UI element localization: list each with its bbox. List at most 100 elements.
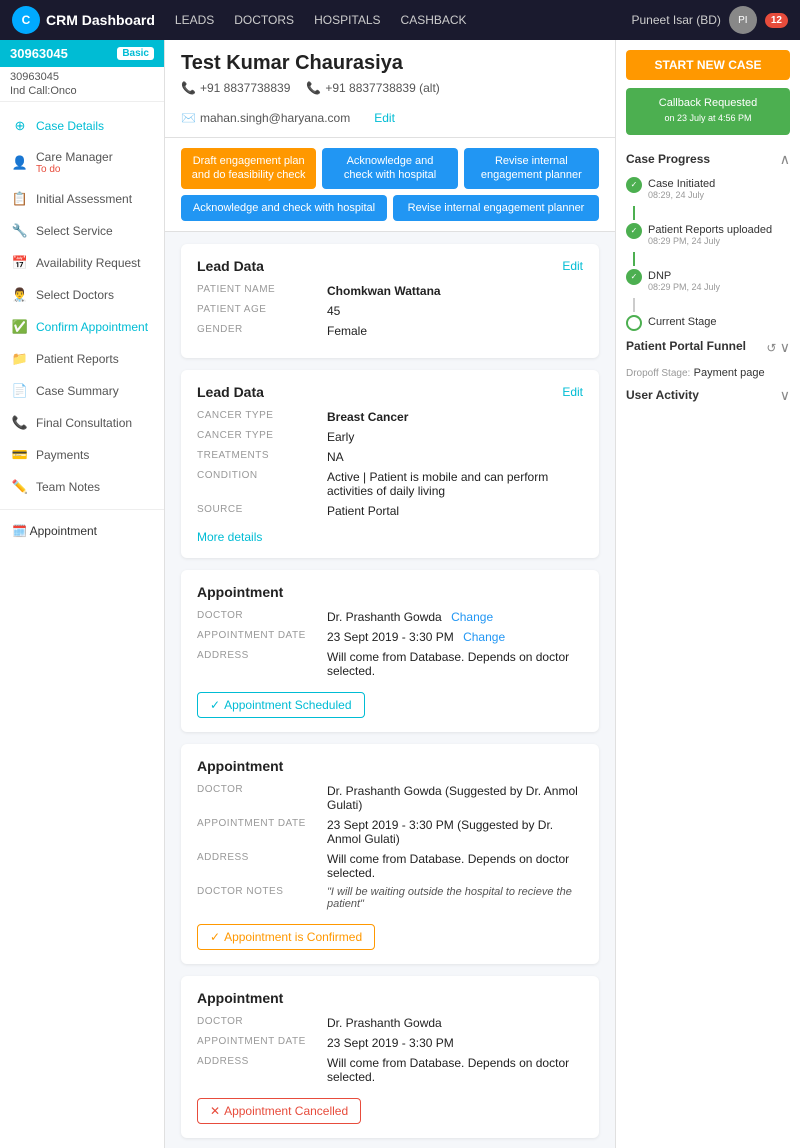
change-doctor-link[interactable]: Change xyxy=(451,610,493,624)
nav-cashback[interactable]: CASHBACK xyxy=(401,13,467,27)
sidebar-item-team-notes[interactable]: ✏️ Team Notes xyxy=(0,471,164,503)
appt-2-address: ADDRESS Will come from Database. Depends… xyxy=(197,852,583,880)
sidebar-item-case-summary[interactable]: 📄 Case Summary xyxy=(0,375,164,407)
team-notes-icon: ✏️ xyxy=(12,479,28,495)
phone2: 📞 +91 8837738839 (alt) xyxy=(306,81,439,95)
case-badge: Basic xyxy=(117,47,154,60)
lead-data-2-row-1: CANCER TYPE Early xyxy=(197,430,583,444)
lead-data-2-row-2: TREATMENTS NA xyxy=(197,450,583,464)
appt-3-address: ADDRESS Will come from Database. Depends… xyxy=(197,1056,583,1084)
callback-requested-button[interactable]: Callback Requested on 23 July at 4:56 PM xyxy=(626,88,790,135)
progress-dot-done: ✓ xyxy=(626,223,642,239)
progress-line-1 xyxy=(633,252,635,266)
case-summary-icon: 📄 xyxy=(12,383,28,399)
brand-label: CRM Dashboard xyxy=(46,12,155,28)
case-progress-title: Case Progress xyxy=(626,152,710,166)
field-value: Patient Portal xyxy=(327,504,583,518)
user-info: Puneet Isar (BD) PI 12 xyxy=(632,6,789,34)
lead-data-2-edit[interactable]: Edit xyxy=(562,385,583,399)
field-value: Dr. Prashanth Gowda xyxy=(327,1016,583,1030)
phone2-icon: 📞 xyxy=(306,81,321,95)
appt-1-status: ✓ Appointment Scheduled xyxy=(197,692,365,718)
progress-line-0 xyxy=(633,206,635,220)
sidebar-item-confirm-appointment[interactable]: ✅ Confirm Appointment xyxy=(0,311,164,343)
select-doctors-icon: 👨‍⚕️ xyxy=(12,287,28,303)
action-btn-4[interactable]: Revise internal engagement planner xyxy=(393,195,599,221)
field-value: Chomkwan Wattana xyxy=(327,284,583,298)
field-value: Will come from Database. Depends on doct… xyxy=(327,650,583,678)
funnel-chevron[interactable]: ∨ xyxy=(780,339,790,355)
more-details-link[interactable]: More details xyxy=(197,530,262,544)
main-content: Test Kumar Chaurasiya 📞 +91 8837738839 📞… xyxy=(165,40,615,1148)
lead-data-2-row-3: CONDITION Active | Patient is mobile and… xyxy=(197,470,583,498)
field-value: NA xyxy=(327,450,583,464)
appt-3-status: ✕ Appointment Cancelled xyxy=(197,1098,361,1124)
field-label: CONDITION xyxy=(197,470,327,498)
appt-2-status: ✓ Appointment is Confirmed xyxy=(197,924,375,950)
case-progress-chevron-up[interactable]: ∧ xyxy=(780,151,790,168)
appt-2-date: APPOINTMENT DATE 23 Sept 2019 - 3:30 PM … xyxy=(197,818,583,846)
progress-dot-current xyxy=(626,315,642,331)
nav-hospitals[interactable]: HOSPITALS xyxy=(314,13,380,27)
appt-2-title: Appointment xyxy=(197,758,283,774)
sidebar-item-select-service-label: Select Service xyxy=(36,224,113,238)
field-value: Early xyxy=(327,430,583,444)
sidebar-item-team-notes-label: Team Notes xyxy=(36,480,100,494)
progress-dot-done: ✓ xyxy=(626,177,642,193)
start-new-case-button[interactable]: START NEW CASE xyxy=(626,50,790,80)
field-label: CANCER TYPE xyxy=(197,410,327,424)
sidebar-items: ⊕ Case Details 👤 Care Manager To do 📋 In… xyxy=(0,102,164,1148)
change-date-link[interactable]: Change xyxy=(463,630,505,644)
action-btn-2[interactable]: Revise internal engagement planner xyxy=(464,148,599,189)
action-btn-3[interactable]: Acknowledge and check with hospital xyxy=(181,195,387,221)
sidebar-item-patient-reports[interactable]: 📁 Patient Reports xyxy=(0,343,164,375)
appointment-card-1: Appointment DOCTOR Dr. Prashanth Gowda C… xyxy=(181,570,599,732)
sidebar-item-appointment[interactable]: 🗓️ Appointment xyxy=(0,516,164,546)
email: ✉️ mahan.singh@haryana.com xyxy=(181,111,350,125)
lead-data-1-row-1: PATIENT AGE 45 xyxy=(197,304,583,318)
lead-data-2-row-4: SOURCE Patient Portal xyxy=(197,504,583,518)
field-label: CANCER TYPE xyxy=(197,430,327,444)
patient-edit-link[interactable]: Edit xyxy=(374,111,395,125)
appointment-card-2: Appointment DOCTOR Dr. Prashanth Gowda (… xyxy=(181,744,599,964)
sidebar-item-select-service[interactable]: 🔧 Select Service xyxy=(0,215,164,247)
appt-2-header: Appointment xyxy=(197,758,583,774)
field-label: TREATMENTS xyxy=(197,450,327,464)
sidebar-item-select-doctors[interactable]: 👨‍⚕️ Select Doctors xyxy=(0,279,164,311)
sidebar-item-care-manager[interactable]: 👤 Care Manager To do xyxy=(0,142,164,183)
brand-icon: C xyxy=(12,6,40,34)
funnel-title: Patient Portal Funnel xyxy=(626,339,746,353)
content-area: Lead Data Edit PATIENT NAME Chomkwan Wat… xyxy=(165,232,615,1148)
field-value: "I will be waiting outside the hospital … xyxy=(327,886,583,910)
check-icon: ✓ xyxy=(210,930,220,944)
progress-text-0: Case Initiated 08:29, 24 July xyxy=(648,176,715,200)
user-activity-title: User Activity xyxy=(626,388,699,402)
sidebar-item-final-consultation[interactable]: 📞 Final Consultation xyxy=(0,407,164,439)
sidebar-item-initial-assessment[interactable]: 📋 Initial Assessment xyxy=(0,183,164,215)
progress-item-0: ✓ Case Initiated 08:29, 24 July xyxy=(626,176,790,200)
field-label: DOCTOR NOTES xyxy=(197,886,327,910)
action-btn-1[interactable]: Acknowledge and check with hospital xyxy=(322,148,457,189)
appt-3-doctor: DOCTOR Dr. Prashanth Gowda xyxy=(197,1016,583,1030)
sidebar-divider xyxy=(0,509,164,510)
field-label: APPOINTMENT DATE xyxy=(197,818,327,846)
action-btn-0[interactable]: Draft engagement plan and do feasibility… xyxy=(181,148,316,189)
nav-doctors[interactable]: DOCTORS xyxy=(234,13,294,27)
user-activity-chevron[interactable]: ∨ xyxy=(780,387,790,404)
sidebar-item-case-details[interactable]: ⊕ Case Details xyxy=(0,110,164,142)
sidebar-item-payments[interactable]: 💳 Payments xyxy=(0,439,164,471)
sidebar-item-patient-reports-label: Patient Reports xyxy=(36,352,119,366)
phone1-value: +91 8837738839 xyxy=(200,81,290,95)
sub-label: Ind Call:Onco xyxy=(10,85,154,97)
notification-badge[interactable]: 12 xyxy=(765,13,788,28)
sidebar-item-availability-request[interactable]: 📅 Availability Request xyxy=(0,247,164,279)
refresh-icon[interactable]: ↺ xyxy=(766,341,776,355)
action-buttons: Draft engagement plan and do feasibility… xyxy=(165,138,615,232)
field-value: Active | Patient is mobile and can perfo… xyxy=(327,470,583,498)
lead-data-1-edit[interactable]: Edit xyxy=(562,259,583,273)
select-service-icon: 🔧 xyxy=(12,223,28,239)
nav-leads[interactable]: LEADS xyxy=(175,13,214,27)
user-activity-section: User Activity ∨ xyxy=(626,387,790,404)
email-icon: ✉️ xyxy=(181,111,196,125)
phone2-value: +91 8837738839 (alt) xyxy=(325,81,439,95)
